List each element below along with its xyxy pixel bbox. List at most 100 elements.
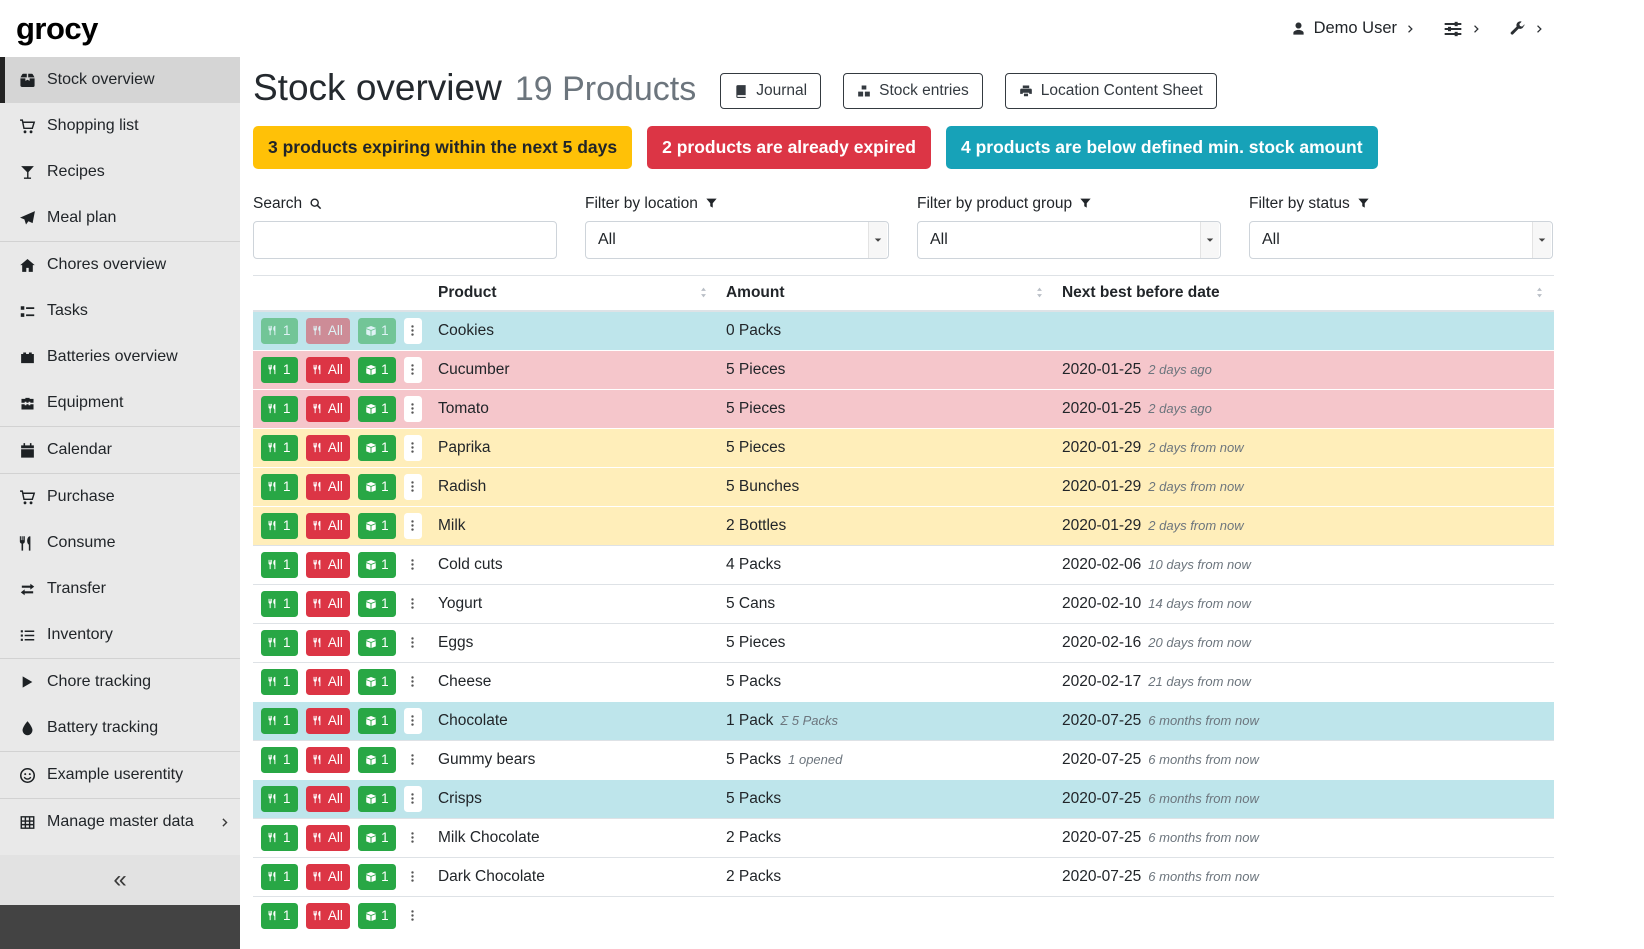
- amount-column-header[interactable]: Amount: [718, 275, 1054, 311]
- open-one-button[interactable]: 1: [358, 708, 396, 734]
- location-filter-select[interactable]: All: [585, 221, 889, 259]
- open-one-button[interactable]: 1: [358, 630, 396, 656]
- sidebar-item-recipes[interactable]: Recipes: [0, 149, 240, 195]
- consume-one-button[interactable]: 1: [261, 435, 298, 461]
- sidebar-item-stock-overview[interactable]: Stock overview: [0, 57, 240, 103]
- consume-all-button[interactable]: All: [306, 669, 350, 695]
- sidebar-item-manage-master-data[interactable]: Manage master data: [0, 799, 240, 845]
- open-one-button[interactable]: 1: [358, 786, 396, 812]
- consume-all-button[interactable]: All: [306, 786, 350, 812]
- next-best-before-date-column-header[interactable]: Next best before date: [1054, 275, 1554, 311]
- consume-one-button[interactable]: 1: [261, 318, 298, 344]
- open-one-button[interactable]: 1: [358, 669, 396, 695]
- sidebar-item-meal-plan[interactable]: Meal plan: [0, 195, 240, 241]
- product-group-filter-select[interactable]: All: [917, 221, 1221, 259]
- consume-all-button[interactable]: All: [306, 903, 350, 929]
- sidebar-item-transfer[interactable]: Transfer: [0, 566, 240, 612]
- consume-one-button[interactable]: 1: [261, 786, 298, 812]
- consume-one-button[interactable]: 1: [261, 552, 298, 578]
- row-menu-button[interactable]: [404, 318, 422, 344]
- row-menu-button[interactable]: [404, 708, 422, 734]
- user-menu[interactable]: Demo User: [1291, 19, 1415, 38]
- sidebar-item-inventory[interactable]: Inventory: [0, 612, 240, 658]
- consume-one-button[interactable]: 1: [261, 669, 298, 695]
- consume-one-button[interactable]: 1: [261, 513, 298, 539]
- consume-one-button[interactable]: 1: [261, 708, 298, 734]
- sidebar-item-batteries-overview[interactable]: Batteries overview: [0, 334, 240, 380]
- consume-all-button[interactable]: All: [306, 513, 350, 539]
- row-menu-button[interactable]: [404, 786, 422, 812]
- sidebar-item-purchase[interactable]: Purchase: [0, 474, 240, 520]
- row-menu-button[interactable]: [404, 669, 422, 695]
- consume-all-button[interactable]: All: [306, 591, 350, 617]
- consume-one-button[interactable]: 1: [261, 864, 298, 890]
- sidebar-item-chore-tracking[interactable]: Chore tracking: [0, 659, 240, 705]
- consume-one-button[interactable]: 1: [261, 747, 298, 773]
- row-menu-button[interactable]: [404, 513, 422, 539]
- sidebar-item-shopping-list[interactable]: Shopping list: [0, 103, 240, 149]
- consume-all-button[interactable]: All: [306, 864, 350, 890]
- consume-one-button[interactable]: 1: [261, 825, 298, 851]
- expiring-products-badge[interactable]: 3 products expiring within the next 5 da…: [253, 126, 632, 169]
- consume-all-button[interactable]: All: [306, 435, 350, 461]
- sidebar-collapse-button[interactable]: «: [0, 855, 240, 905]
- consume-all-button[interactable]: All: [306, 708, 350, 734]
- open-one-button[interactable]: 1: [358, 474, 396, 500]
- row-menu-button[interactable]: [404, 396, 422, 422]
- consume-all-button[interactable]: All: [306, 357, 350, 383]
- location-content-sheet-button[interactable]: Location Content Sheet: [1005, 73, 1217, 109]
- consume-one-button[interactable]: 1: [261, 396, 298, 422]
- consume-all-button[interactable]: All: [306, 747, 350, 773]
- grocy-logo[interactable]: grocy: [16, 11, 98, 47]
- open-one-button[interactable]: 1: [358, 747, 396, 773]
- expired-products-badge[interactable]: 2 products are already expired: [647, 126, 931, 169]
- open-one-button[interactable]: 1: [358, 591, 396, 617]
- open-one-button[interactable]: 1: [358, 513, 396, 539]
- sidebar-item-calendar[interactable]: Calendar: [0, 427, 240, 473]
- sidebar-item-consume[interactable]: Consume: [0, 520, 240, 566]
- open-one-button[interactable]: 1: [358, 396, 396, 422]
- row-menu-button[interactable]: [404, 864, 422, 890]
- consume-all-button[interactable]: All: [306, 318, 350, 344]
- consume-all-button[interactable]: All: [306, 396, 350, 422]
- admin-menu[interactable]: [1509, 20, 1544, 37]
- open-one-button[interactable]: 1: [358, 864, 396, 890]
- sidebar-item-example-userentity[interactable]: Example userentity: [0, 752, 240, 798]
- row-menu-button[interactable]: [404, 630, 422, 656]
- journal-button[interactable]: Journal: [720, 73, 821, 109]
- row-menu-button[interactable]: [404, 474, 422, 500]
- row-menu-button[interactable]: [404, 903, 422, 929]
- stock-entries-button[interactable]: Stock entries: [843, 73, 983, 109]
- open-one-button[interactable]: 1: [358, 435, 396, 461]
- sidebar-item-battery-tracking[interactable]: Battery tracking: [0, 705, 240, 751]
- open-one-button[interactable]: 1: [358, 357, 396, 383]
- open-one-button[interactable]: 1: [358, 825, 396, 851]
- open-one-button[interactable]: 1: [358, 318, 396, 344]
- below-min-stock-badge[interactable]: 4 products are below defined min. stock …: [946, 126, 1378, 169]
- search-input[interactable]: [253, 221, 557, 259]
- sort-icon[interactable]: [697, 286, 710, 299]
- sort-icon[interactable]: [1033, 286, 1046, 299]
- consume-one-button[interactable]: 1: [261, 474, 298, 500]
- consume-one-button[interactable]: 1: [261, 591, 298, 617]
- sort-icon[interactable]: [1533, 286, 1546, 299]
- row-menu-button[interactable]: [404, 591, 422, 617]
- row-menu-button[interactable]: [404, 552, 422, 578]
- sidebar-item-chores-overview[interactable]: Chores overview: [0, 242, 240, 288]
- sidebar-item-equipment[interactable]: Equipment: [0, 380, 240, 426]
- sidebar-item-tasks[interactable]: Tasks: [0, 288, 240, 334]
- consume-all-button[interactable]: All: [306, 630, 350, 656]
- open-one-button[interactable]: 1: [358, 552, 396, 578]
- open-one-button[interactable]: 1: [358, 903, 396, 929]
- row-menu-button[interactable]: [404, 357, 422, 383]
- quick-settings-menu[interactable]: [1443, 19, 1481, 39]
- consume-one-button[interactable]: 1: [261, 630, 298, 656]
- consume-one-button[interactable]: 1: [261, 357, 298, 383]
- consume-one-button[interactable]: 1: [261, 903, 298, 929]
- row-menu-button[interactable]: [404, 435, 422, 461]
- product-column-header[interactable]: Product: [430, 275, 718, 311]
- status-filter-select[interactable]: All: [1249, 221, 1553, 259]
- consume-all-button[interactable]: All: [306, 552, 350, 578]
- row-menu-button[interactable]: [404, 825, 422, 851]
- consume-all-button[interactable]: All: [306, 825, 350, 851]
